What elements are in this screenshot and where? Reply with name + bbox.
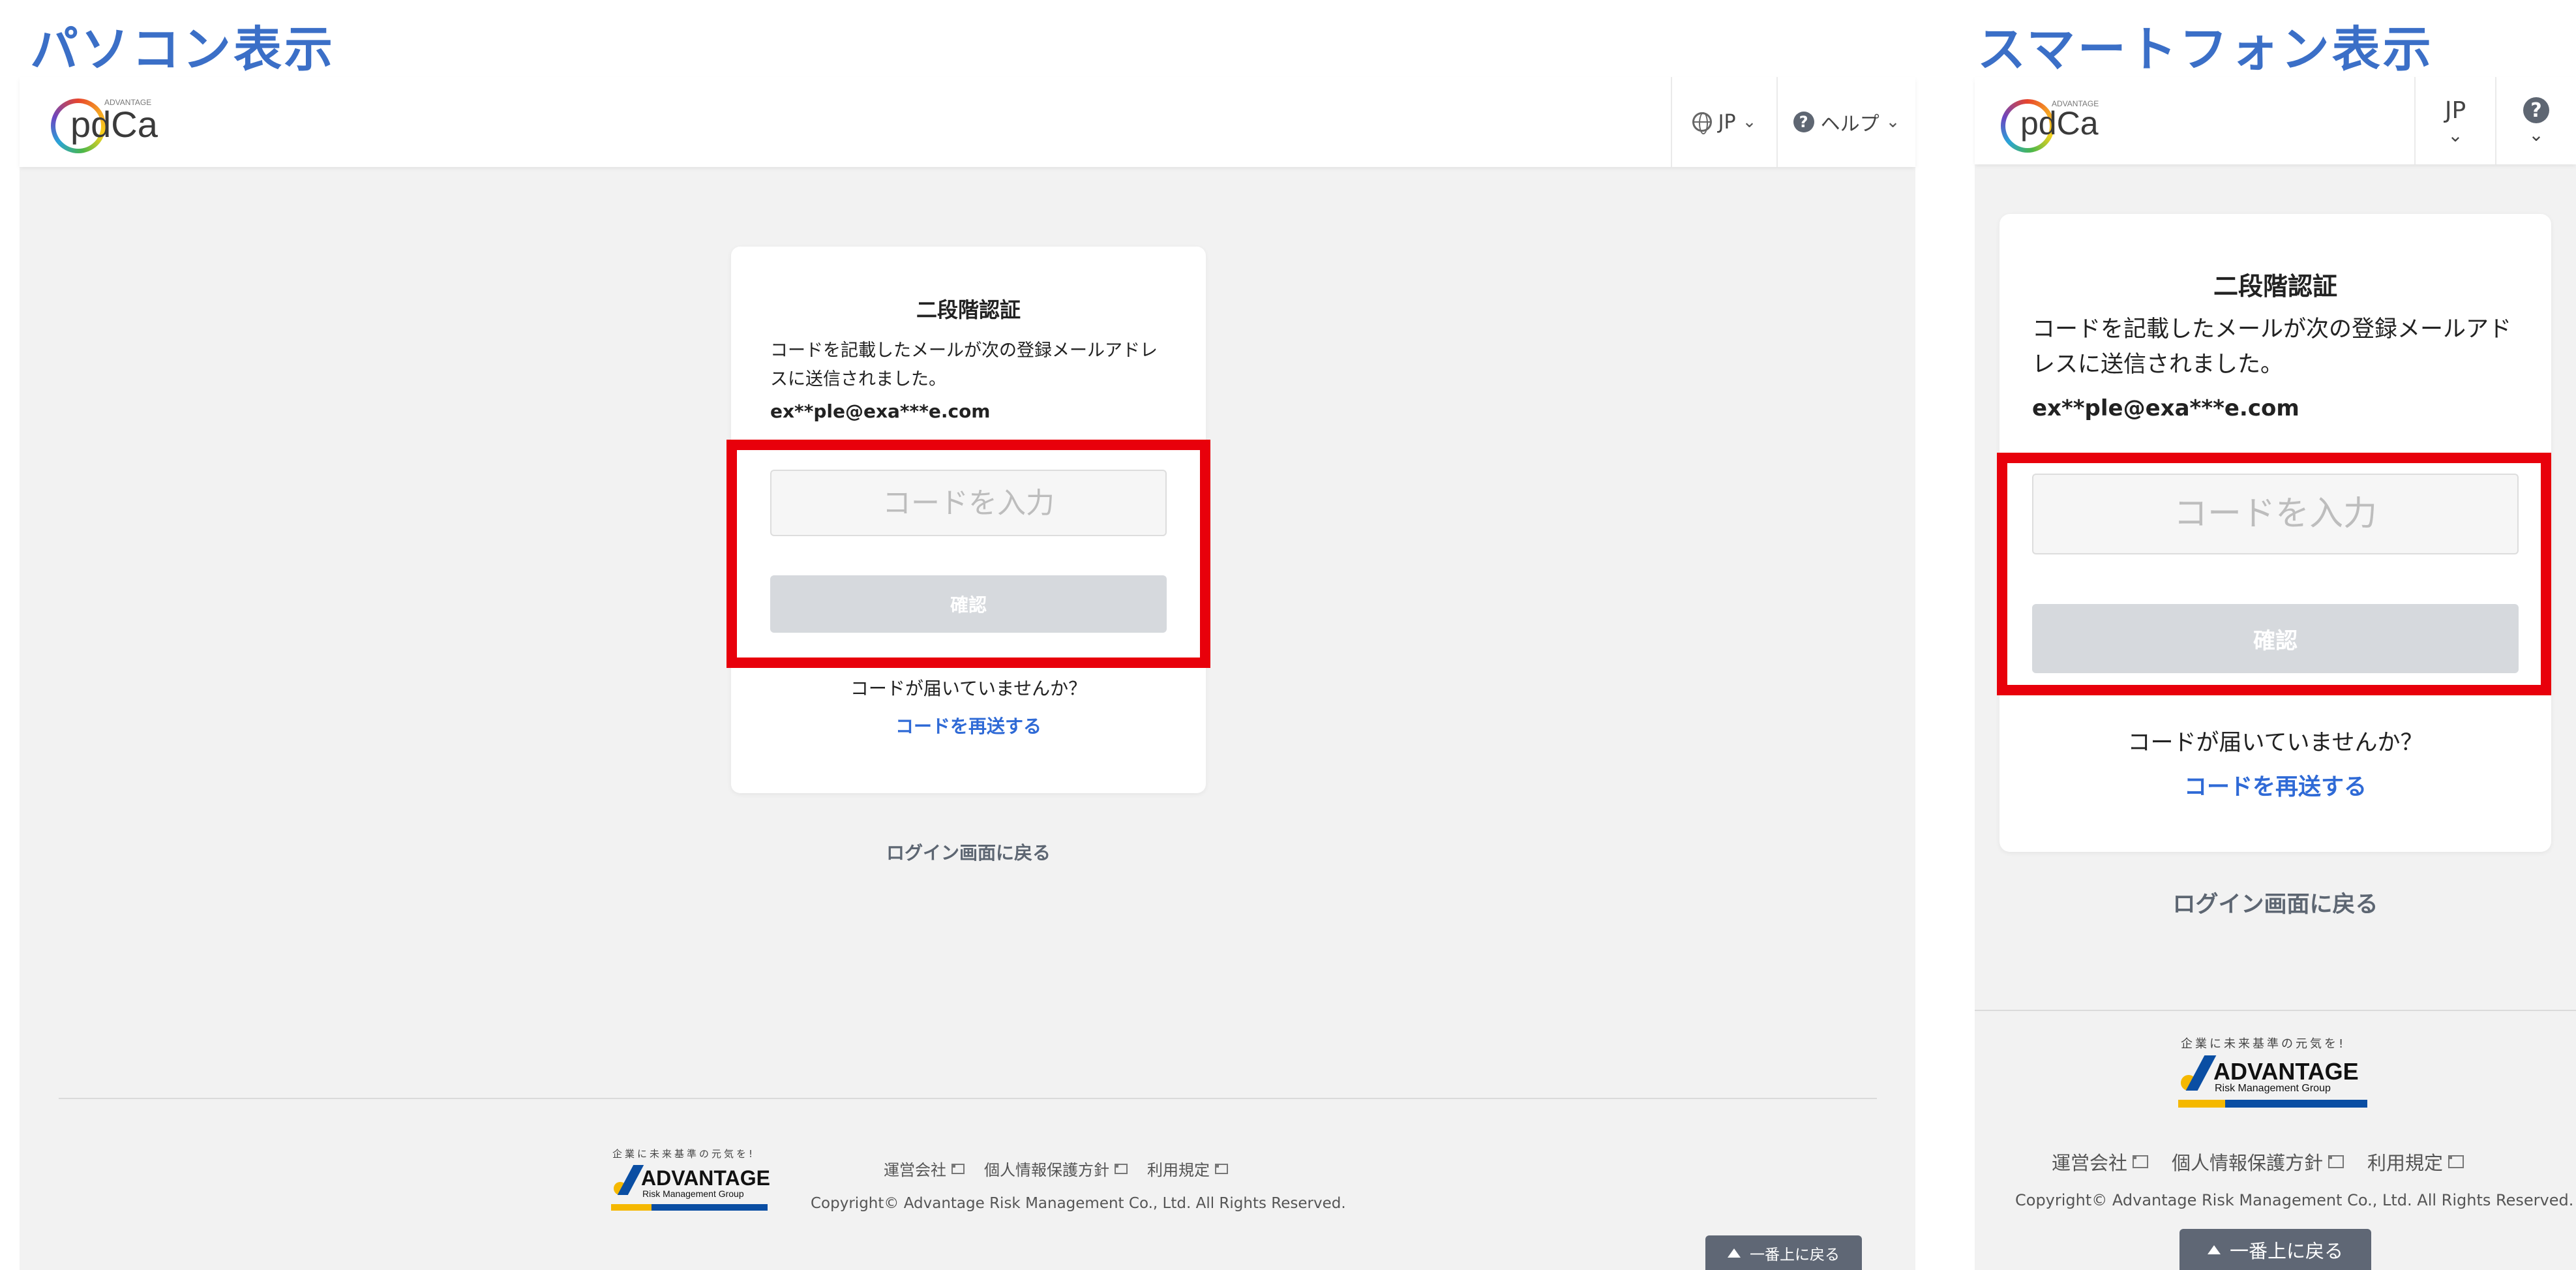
brand-mark-bar — [617, 1165, 644, 1195]
logo-tag: ADVANTAGE — [104, 98, 152, 107]
footer-link-privacy[interactable]: 個人情報保護方針 — [984, 1157, 1128, 1180]
resend-code-link[interactable]: コードを再送する — [1999, 768, 2551, 802]
pc-view: pdCa ADVANTAGE JP ⌄ ? ヘルプ ⌄ 二段階認証 コードを記載… — [20, 77, 1915, 1270]
chevron-down-icon: ⌄ — [1742, 112, 1757, 132]
arrow-up-icon — [2207, 1245, 2221, 1254]
footer-link-label: 運営会社 — [2052, 1152, 2128, 1174]
language-selector[interactable]: JP ⌄ — [1671, 77, 1776, 167]
no-code-text: コードが届いていませんか？ — [850, 678, 1087, 699]
footer-divider — [1975, 1010, 2576, 1011]
language-label: JP — [2444, 97, 2466, 124]
help-menu[interactable]: ? ⌄ — [2495, 77, 2576, 164]
brand-sub: Risk Management Group — [642, 1188, 744, 1199]
language-label: JP — [1718, 110, 1736, 134]
external-link-icon — [2133, 1155, 2149, 1168]
header: pdCa ADVANTAGE JP ⌄ ? ヘルプ ⌄ — [20, 77, 1915, 167]
copyright-text: Copyright© Advantage Risk Management Co.… — [2015, 1191, 2574, 1209]
footer-link-label: 個人情報保護方針 — [984, 1161, 1109, 1179]
external-link-icon — [2328, 1155, 2344, 1168]
scroll-to-top-button[interactable]: 一番上に戻る — [2179, 1229, 2371, 1270]
logo-tag: ADVANTAGE — [2052, 99, 2099, 108]
external-link-icon — [1215, 1163, 1228, 1174]
smartphone-view: pdCa ADVANTAGE JP ⌄ ? ⌄ 二段階認証 コードを記載したメー… — [1975, 77, 2576, 1270]
help-label: ヘルプ — [1820, 113, 1880, 136]
brand-sub: Risk Management Group — [2215, 1083, 2331, 1094]
arrow-up-icon — [1728, 1248, 1741, 1258]
card-title: 二段階認証 — [916, 297, 1021, 322]
footer-slogan: 企業に未来基準の元気を! — [612, 1148, 756, 1160]
chevron-down-icon: ⌄ — [1885, 112, 1900, 132]
back-to-login-link[interactable]: ログイン画面に戻る — [731, 839, 1206, 865]
footer-link-terms[interactable]: 利用規定 — [1147, 1157, 1228, 1180]
globe-icon — [1692, 112, 1712, 134]
pc-view-title: パソコン表示 — [30, 22, 335, 78]
logo-wordmark: pdCa — [2020, 105, 2099, 142]
pdca-logo[interactable]: pdCa ADVANTAGE — [51, 97, 181, 155]
brand-name: ADVANTAGE — [2213, 1058, 2359, 1085]
external-link-icon — [1115, 1163, 1128, 1174]
header: pdCa ADVANTAGE JP ⌄ ? ⌄ — [1975, 77, 2576, 164]
footer-link-label: 利用規定 — [1147, 1161, 1210, 1179]
chevron-down-icon: ⌄ — [2448, 124, 2463, 146]
footer-link-label: 運営会社 — [884, 1161, 946, 1179]
brand-stripe-yellow — [2178, 1100, 2225, 1108]
brand-name: ADVANTAGE — [641, 1166, 770, 1190]
masked-email: ex**ple@exa***e.com — [2032, 395, 2299, 421]
highlight-box — [726, 440, 1210, 668]
no-code-text: コードが届いていませんか？ — [2127, 730, 2423, 756]
brand-stripe-yellow — [611, 1204, 651, 1211]
card-description: コードを記載したメールが次の登録メールアドレスに送信されました。 — [2032, 316, 2512, 378]
resend-code-link[interactable]: コードを再送する — [731, 712, 1206, 738]
highlight-box — [1997, 453, 2551, 695]
chevron-down-icon: ⌄ — [2528, 124, 2544, 145]
brand-stripe-blue — [2225, 1100, 2367, 1108]
footer-divider — [59, 1098, 1877, 1099]
advantage-logo[interactable]: 企業に未来基準の元気を! ADVANTAGE Risk Management G… — [2178, 1035, 2374, 1119]
footer-link-company[interactable]: 運営会社 — [2052, 1148, 2149, 1175]
masked-email: ex**ple@exa***e.com — [770, 401, 991, 422]
advantage-logo[interactable]: 企業に未来基準の元気を! ADVANTAGE Risk Management G… — [611, 1147, 787, 1218]
external-link-icon — [951, 1163, 965, 1174]
external-link-icon — [2448, 1155, 2464, 1168]
footer-links: 運営会社 個人情報保護方針 利用規定 — [2052, 1148, 2464, 1175]
help-icon: ? — [1793, 112, 1814, 132]
footer-links: 運営会社 個人情報保護方針 利用規定 — [884, 1157, 1228, 1180]
back-to-login-link[interactable]: ログイン画面に戻る — [1999, 886, 2551, 919]
two-factor-card: 二段階認証 コードを記載したメールが次の登録メールアドレスに送信されました。 e… — [726, 247, 1210, 793]
footer-link-terms[interactable]: 利用規定 — [2367, 1148, 2464, 1175]
card-description: コードを記載したメールが次の登録メールアドレスに送信されました。 — [770, 340, 1158, 389]
footer-slogan: 企業に未来基準の元気を! — [2181, 1037, 2346, 1051]
smartphone-view-title: スマートフォン表示 — [1977, 22, 2434, 78]
scroll-to-top-label: 一番上に戻る — [1750, 1246, 1840, 1263]
pdca-logo[interactable]: pdCa ADVANTAGE — [2001, 97, 2118, 155]
card-title: 二段階認証 — [2213, 272, 2337, 301]
brand-mark-bar — [2185, 1055, 2217, 1091]
footer-link-company[interactable]: 運営会社 — [884, 1157, 965, 1180]
help-icon: ? — [2523, 97, 2549, 123]
footer-link-label: 個人情報保護方針 — [2172, 1152, 2324, 1174]
two-factor-card: 二段階認証 コードを記載したメールが次の登録メールアドレスに送信されました。 e… — [1997, 214, 2551, 852]
brand-stripe-blue — [651, 1204, 768, 1211]
footer-link-label: 利用規定 — [2367, 1152, 2444, 1174]
help-menu[interactable]: ? ヘルプ ⌄ — [1776, 77, 1915, 167]
scroll-to-top-button[interactable]: 一番上に戻る — [1705, 1235, 1862, 1270]
copyright-text: Copyright© Advantage Risk Management Co.… — [811, 1195, 1346, 1212]
language-selector[interactable]: JP ⌄ — [2414, 77, 2495, 164]
scroll-to-top-label: 一番上に戻る — [2229, 1239, 2343, 1262]
footer-link-privacy[interactable]: 個人情報保護方針 — [2172, 1148, 2344, 1175]
logo-wordmark: pdCa — [70, 104, 158, 145]
